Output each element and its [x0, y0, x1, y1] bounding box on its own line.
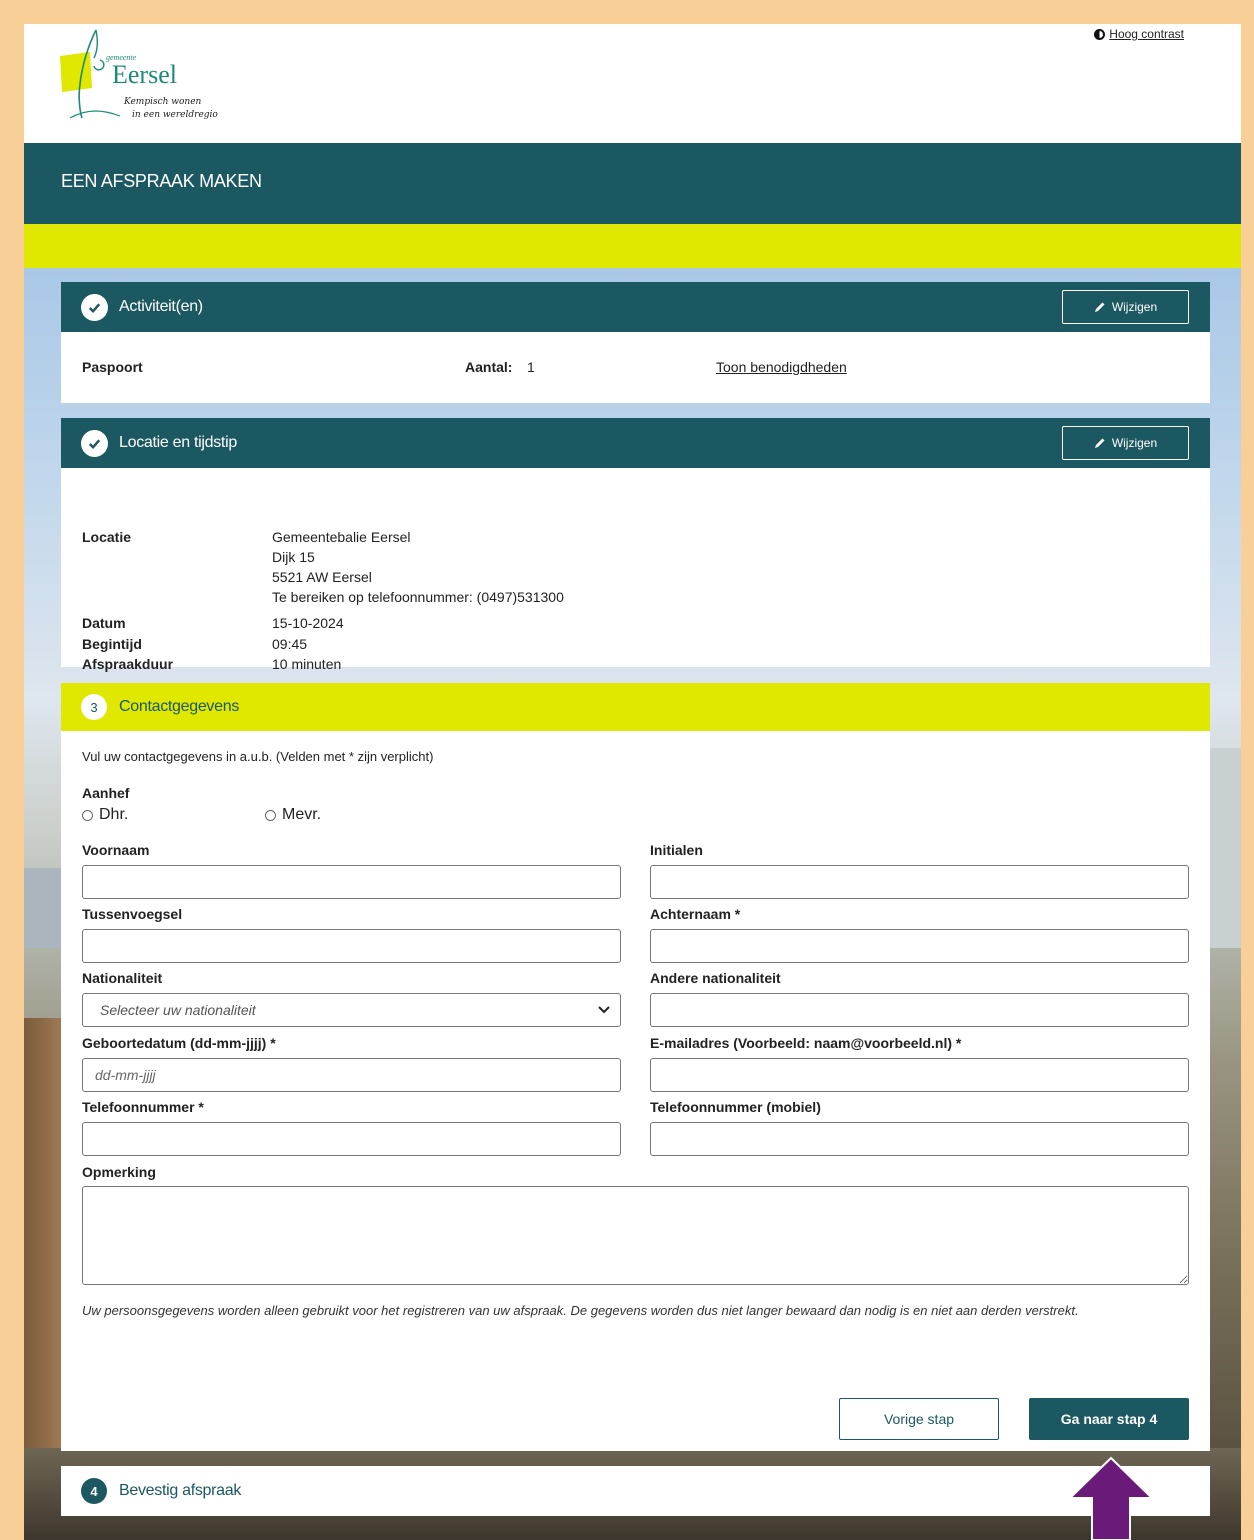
other-nationality-label: Andere nationaliteit	[650, 970, 781, 986]
high-contrast-link[interactable]: Hoog contrast	[1109, 27, 1184, 41]
infix-label: Tussenvoegsel	[82, 906, 183, 922]
location-label: Locatie	[82, 529, 132, 545]
pencil-icon	[1094, 438, 1105, 448]
pencil-icon	[1094, 302, 1105, 312]
high-contrast-toggle[interactable]: Hoog contrast	[1094, 27, 1184, 41]
step-activities-header: Activiteit(en) Wijzigen	[61, 282, 1210, 332]
form-intro: Vul uw contactgegevens in a.u.b. (Velden…	[82, 749, 434, 764]
phone-input[interactable]	[82, 1122, 621, 1156]
salutation-dhr-label: Dhr.	[99, 806, 129, 823]
step-confirm-panel: 4 Bevestig afspraak	[61, 1466, 1210, 1516]
duration-value: 10 minuten	[272, 656, 342, 672]
nationality-select[interactable]: Selecteer uw nationaliteit	[82, 993, 621, 1027]
page-frame: gemeente Eersel Kempisch wonen in een we…	[24, 24, 1241, 1540]
initials-label: Initialen	[650, 842, 703, 858]
title-bar: EEN AFSPRAAK MAKEN	[24, 143, 1241, 224]
product-name: Paspoort	[82, 359, 143, 375]
mobile-input[interactable]	[650, 1122, 1189, 1156]
salutation-mevr-label: Mevr.	[282, 806, 322, 823]
edit-activities-label: Wijzigen	[1111, 300, 1158, 314]
step-number: 3	[81, 694, 107, 720]
step-number: 4	[81, 1478, 107, 1504]
logo-tagline-2: in een wereldregio	[132, 110, 218, 120]
edit-location-label: Wijzigen	[1111, 436, 1158, 450]
birthdate-label: Geboortedatum (dd-mm-jjjj) *	[82, 1035, 276, 1051]
location-line: Gemeentebalie Eersel	[272, 529, 411, 545]
site-header: gemeente Eersel Kempisch wonen in een we…	[24, 24, 1241, 143]
next-step-button[interactable]: Ga naar stap 4	[1029, 1398, 1189, 1440]
edit-activities-button[interactable]: Wijzigen	[1062, 290, 1189, 324]
arrow-up-icon	[1068, 1456, 1154, 1540]
step-location-panel: Locatie en tijdstip Wijzigen Locatie Gem…	[61, 418, 1210, 671]
first-name-label: Voornaam	[82, 842, 150, 858]
privacy-notice: Uw persoonsgegevens worden alleen gebrui…	[82, 1303, 1079, 1318]
infix-input[interactable]	[82, 929, 621, 963]
first-name-input[interactable]	[82, 865, 621, 899]
duration-label: Afspraakduur	[82, 656, 174, 672]
previous-step-button[interactable]: Vorige stap	[839, 1398, 999, 1440]
location-line: Dijk 15	[272, 549, 315, 565]
nationality-select-value: Selecteer uw nationaliteit	[100, 1002, 256, 1018]
remark-label: Opmerking	[82, 1164, 156, 1180]
eersel-logo[interactable]: gemeente Eersel Kempisch wonen in een we…	[58, 26, 238, 126]
start-time-label: Begintijd	[82, 636, 142, 652]
step-contact-header: 3 Contactgegevens	[61, 683, 1210, 731]
step-activities-panel: Activiteit(en) Wijzigen Paspoort Aantal:…	[61, 282, 1210, 403]
initials-input[interactable]	[650, 865, 1189, 899]
date-label: Datum	[82, 615, 126, 631]
radio-icon[interactable]	[82, 809, 93, 821]
requirements-link[interactable]: Toon benodigdheden	[716, 359, 847, 375]
nationality-label: Nationaliteit	[82, 970, 163, 986]
logo-tagline-1: Kempisch wonen	[123, 97, 202, 107]
location-address: Gemeentebalie Eersel Dijk 15 5521 AW Eer…	[272, 527, 564, 607]
check-icon	[81, 430, 108, 457]
chevron-down-icon	[598, 1006, 610, 1014]
logo-name-text: Eersel	[112, 60, 177, 89]
last-name-label: Achternaam *	[650, 906, 741, 922]
contrast-icon	[1094, 28, 1106, 40]
step-contact-panel: 3 Contactgegevens Vul uw contactgegevens…	[61, 683, 1210, 1451]
other-nationality-input[interactable]	[650, 993, 1189, 1027]
amount-value: 1	[527, 359, 535, 375]
salutation-dhr-radio[interactable]: Dhr.	[82, 806, 128, 824]
page-title: EEN AFSPRAAK MAKEN	[61, 171, 262, 191]
mobile-label: Telefoonnummer (mobiel)	[650, 1099, 821, 1115]
location-line: Te bereiken op telefoonnummer: (0497)531…	[272, 589, 564, 605]
start-time-value: 09:45	[272, 636, 308, 652]
edit-location-button[interactable]: Wijzigen	[1062, 426, 1189, 460]
step-contact-title: Contactgegevens	[119, 698, 240, 715]
salutation-label: Aanhef	[82, 785, 130, 801]
step-confirm-title: Bevestig afspraak	[119, 1482, 242, 1499]
radio-icon[interactable]	[265, 809, 276, 821]
step-activities-title: Activiteit(en)	[119, 298, 203, 315]
accent-bar	[24, 224, 1241, 268]
step-location-header: Locatie en tijdstip Wijzigen	[61, 418, 1210, 468]
email-label: E-mailadres (Voorbeeld: naam@voorbeeld.n…	[650, 1035, 962, 1051]
birthdate-input[interactable]	[82, 1058, 621, 1092]
phone-label: Telefoonnummer *	[82, 1099, 204, 1115]
step-location-title: Locatie en tijdstip	[119, 434, 237, 451]
salutation-mevr-radio[interactable]: Mevr.	[265, 806, 321, 824]
date-value: 15-10-2024	[272, 615, 344, 631]
email-input[interactable]	[650, 1058, 1189, 1092]
check-icon	[81, 294, 108, 321]
amount-label: Aantal:	[465, 359, 513, 375]
remark-textarea[interactable]	[82, 1186, 1189, 1285]
last-name-input[interactable]	[650, 929, 1189, 963]
location-line: 5521 AW Eersel	[272, 569, 372, 585]
